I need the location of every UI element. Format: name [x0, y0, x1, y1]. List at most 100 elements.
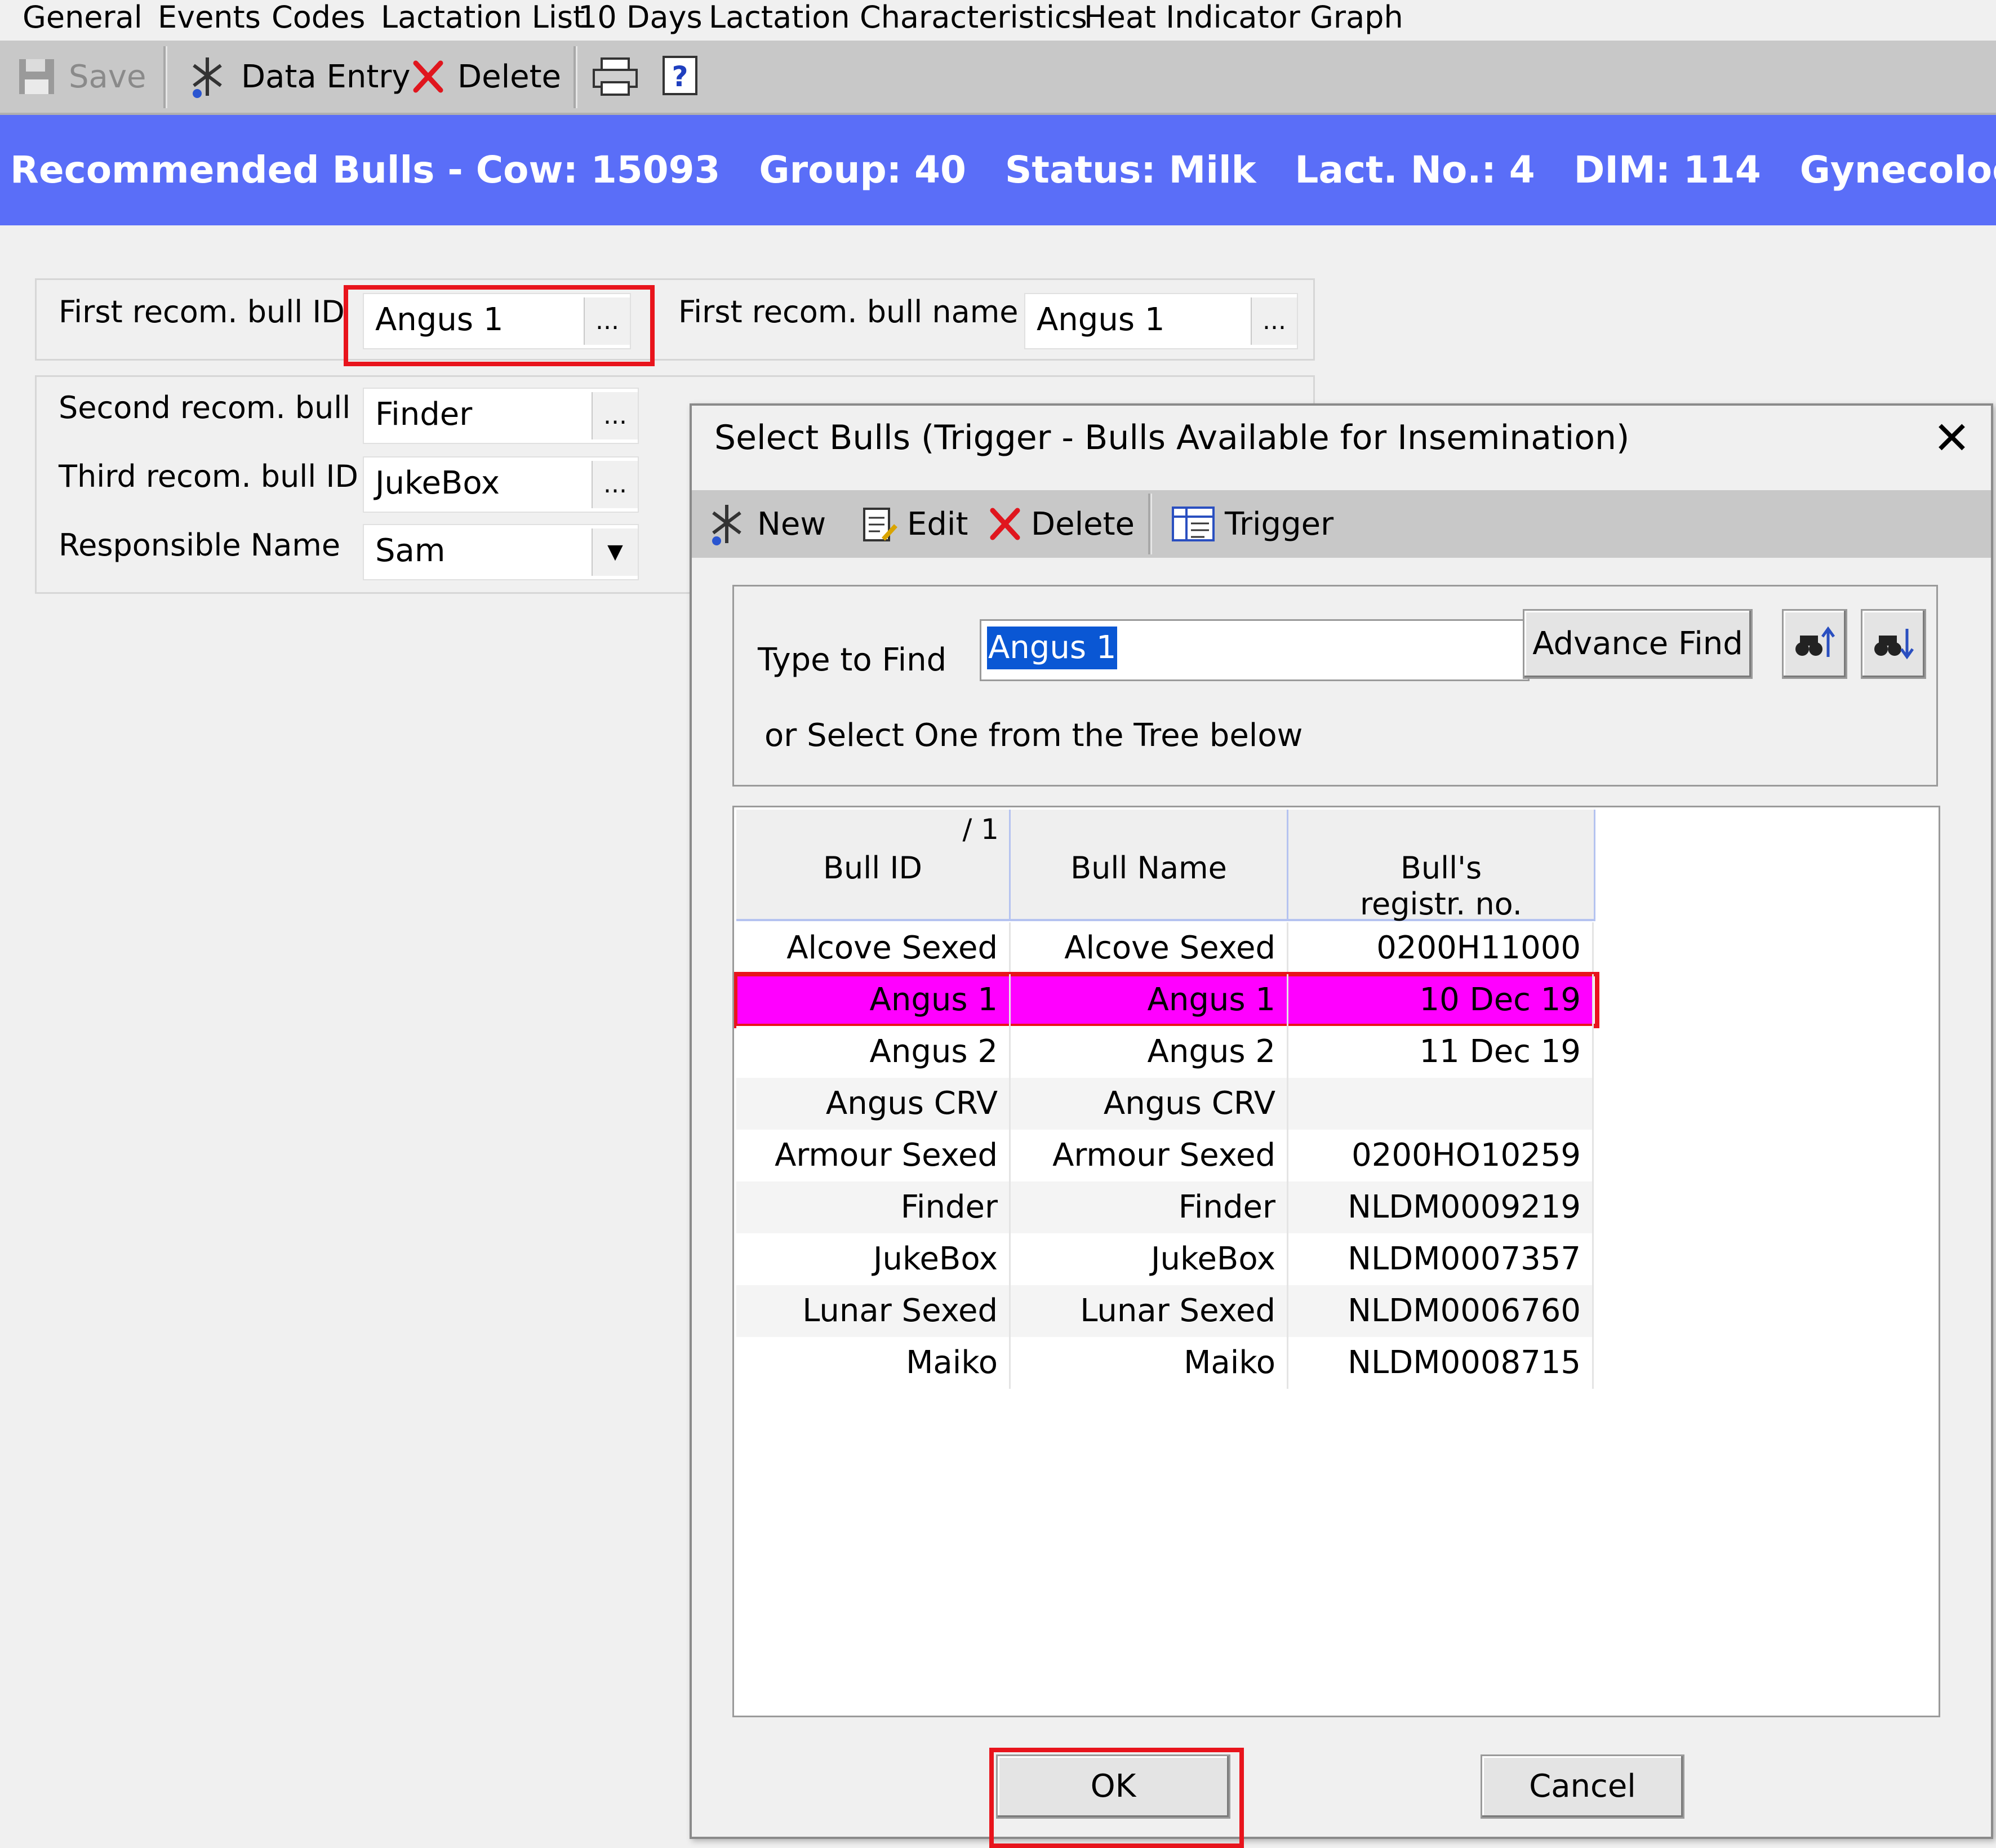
tree-hint-label: or Select One from the Tree below — [764, 717, 1303, 754]
registr-no-cell: NLDM0006760 — [1288, 1285, 1594, 1337]
find-input[interactable]: Angus 1 — [980, 619, 1530, 681]
trigger-button[interactable]: Trigger — [1171, 496, 1333, 552]
registr-no-cell: NLDM0008715 — [1288, 1337, 1594, 1389]
data-entry-icon — [193, 57, 222, 98]
responsible-name-select[interactable]: Sam ▼ — [363, 524, 639, 580]
edit-button[interactable]: Edit — [861, 496, 968, 552]
column-header-bull-name[interactable]: Bull Name — [1011, 810, 1288, 921]
second-bull-id-browse-button[interactable]: ... — [592, 392, 638, 439]
bull-id-cell: JukeBox — [736, 1233, 1011, 1285]
tab-heat-indicator-graph[interactable]: Heat Indicator Graph — [1084, 0, 1403, 39]
dialog-title: Select Bulls (Trigger - Bulls Available … — [714, 418, 1630, 457]
floppy-disk-icon — [19, 59, 54, 94]
bull-name-cell: Finder — [1011, 1181, 1288, 1233]
page-title-bar: Recommended Bulls - Cow: 15093 Group: 40… — [0, 115, 1996, 225]
registr-no-cell: NLDM0009219 — [1288, 1181, 1594, 1233]
page-title: Recommended Bulls - Cow: 15093 Group: 40… — [10, 148, 1996, 192]
table-row[interactable]: Maiko Maiko NLDM0008715 — [736, 1337, 1594, 1389]
tab-lactation[interactable]: Lactation — [709, 0, 850, 39]
bull-name-cell: Maiko — [1011, 1337, 1288, 1389]
bull-name-cell: Lunar Sexed — [1011, 1285, 1288, 1337]
first-bull-name-field[interactable]: Angus 1 ... — [1024, 293, 1298, 349]
highlight-ok-button — [989, 1748, 1244, 1848]
tab-menu-bar: General Events Codes Lactation List 10 D… — [0, 0, 1996, 39]
first-bull-name-browse-button[interactable]: ... — [1251, 297, 1297, 345]
delete-x-icon — [413, 60, 443, 93]
binoculars-down-icon — [1874, 629, 1914, 660]
highlight-first-bull-id — [344, 285, 655, 366]
bull-id-cell: Angus 2 — [736, 1026, 1011, 1078]
save-button[interactable]: Save — [17, 48, 146, 105]
main-toolbar: Save Data Entry Delete ? — [0, 41, 1996, 115]
close-icon[interactable]: ✕ — [1933, 416, 1971, 461]
tab-codes[interactable]: Codes — [272, 0, 365, 39]
registr-no-cell: NLDM0007357 — [1288, 1233, 1594, 1285]
registr-no-cell — [1288, 1078, 1594, 1130]
bull-id-cell: Angus 1 — [736, 974, 1011, 1026]
registr-no-cell: 0200HO10259 — [1288, 1130, 1594, 1181]
column-header-registr-no[interactable]: Bull's registr. no. — [1288, 810, 1595, 922]
new-bull-icon — [712, 505, 741, 545]
bull-name-cell: JukeBox — [1011, 1233, 1288, 1285]
bull-id-cell: Maiko — [736, 1337, 1011, 1389]
tab-events[interactable]: Events — [158, 0, 261, 39]
help-button[interactable]: ? — [660, 48, 712, 105]
tab-10-days[interactable]: 10 Days — [578, 0, 703, 39]
second-bull-id-label: Second recom. bull ID — [59, 390, 393, 425]
tab-characteristics[interactable]: Characteristics — [860, 0, 1087, 39]
printer-icon — [593, 57, 638, 96]
tab-lactation-list[interactable]: Lactation List — [381, 0, 585, 39]
bull-name-cell: Alcove Sexed — [1011, 922, 1288, 974]
trigger-list-icon — [1172, 507, 1215, 541]
registr-no-cell: 11 Dec 19 — [1288, 1026, 1594, 1078]
bulls-grid: / 1 Bull ID Bull Name Bull's registr. no… — [732, 806, 1940, 1717]
first-bull-name-label: First recom. bull name — [678, 294, 1019, 330]
cancel-button[interactable]: Cancel — [1481, 1754, 1684, 1819]
bull-name-cell: Angus 1 — [1011, 974, 1288, 1026]
bull-name-cell: Angus CRV — [1011, 1078, 1288, 1130]
binoculars-up-icon — [1795, 626, 1835, 657]
select-bulls-dialog: Select Bulls (Trigger - Bulls Available … — [690, 403, 1993, 1848]
bull-id-cell: Armour Sexed — [736, 1130, 1011, 1181]
dialog-toolbar: New Edit Delete Trigger — [692, 490, 1991, 558]
registr-no-cell: 10 Dec 19 — [1288, 974, 1594, 1026]
find-previous-button[interactable] — [1782, 609, 1847, 679]
registr-no-cell: 0200H11000 — [1288, 922, 1594, 974]
second-bull-id-field[interactable]: Finder ... — [363, 388, 639, 444]
dialog-delete-button[interactable]: Delete — [988, 496, 1135, 552]
table-row[interactable]: Finder Finder NLDM0009219 — [736, 1181, 1594, 1233]
table-row[interactable]: Lunar Sexed Lunar Sexed NLDM0006760 — [736, 1285, 1594, 1337]
bull-name-cell: Armour Sexed — [1011, 1130, 1288, 1181]
bull-id-cell: Angus CRV — [736, 1078, 1011, 1130]
bull-id-cell: Alcove Sexed — [736, 922, 1011, 974]
help-question-icon: ? — [663, 56, 697, 95]
column-header-bull-id[interactable]: / 1 Bull ID — [736, 810, 1011, 921]
table-row-selected[interactable]: Angus 1 Angus 1 10 Dec 19 — [734, 972, 1599, 1028]
advance-find-button[interactable]: Advance Find — [1523, 609, 1753, 679]
table-row[interactable]: Angus CRV Angus CRV — [736, 1078, 1594, 1130]
third-bull-id-browse-button[interactable]: ... — [592, 461, 638, 508]
third-bull-id-field[interactable]: JukeBox ... — [363, 456, 639, 513]
delete-x-icon — [990, 508, 1020, 540]
svg-text:?: ? — [672, 60, 688, 93]
tab-general[interactable]: General — [23, 0, 143, 39]
bull-name-cell: Angus 2 — [1011, 1026, 1288, 1078]
table-row[interactable]: Armour Sexed Armour Sexed 0200HO10259 — [736, 1130, 1594, 1181]
find-next-button[interactable] — [1861, 609, 1926, 679]
first-bull-id-label: First recom. bull ID — [59, 294, 345, 330]
find-group-box: Type to Find Angus 1 Advance Find or Sel… — [732, 585, 1938, 787]
table-row[interactable]: Alcove Sexed Alcove Sexed 0200H11000 — [736, 922, 1594, 974]
bull-id-cell: Finder — [736, 1181, 1011, 1233]
new-button[interactable]: New — [705, 496, 826, 552]
delete-button[interactable]: Delete — [411, 48, 561, 105]
third-bull-id-label: Third recom. bull ID — [59, 459, 358, 494]
table-row[interactable]: Angus 2 Angus 2 11 Dec 19 — [736, 1026, 1594, 1078]
chevron-down-icon[interactable]: ▼ — [592, 528, 638, 576]
type-to-find-label: Type to Find — [758, 642, 947, 678]
bull-id-cell: Lunar Sexed — [736, 1285, 1011, 1337]
table-row[interactable]: JukeBox JukeBox NLDM0007357 — [736, 1233, 1594, 1285]
sort-indicator: / 1 — [962, 813, 999, 846]
data-entry-button[interactable]: Data Entry — [186, 48, 411, 105]
print-button[interactable] — [592, 48, 651, 105]
responsible-name-label: Responsible Name — [59, 527, 341, 563]
